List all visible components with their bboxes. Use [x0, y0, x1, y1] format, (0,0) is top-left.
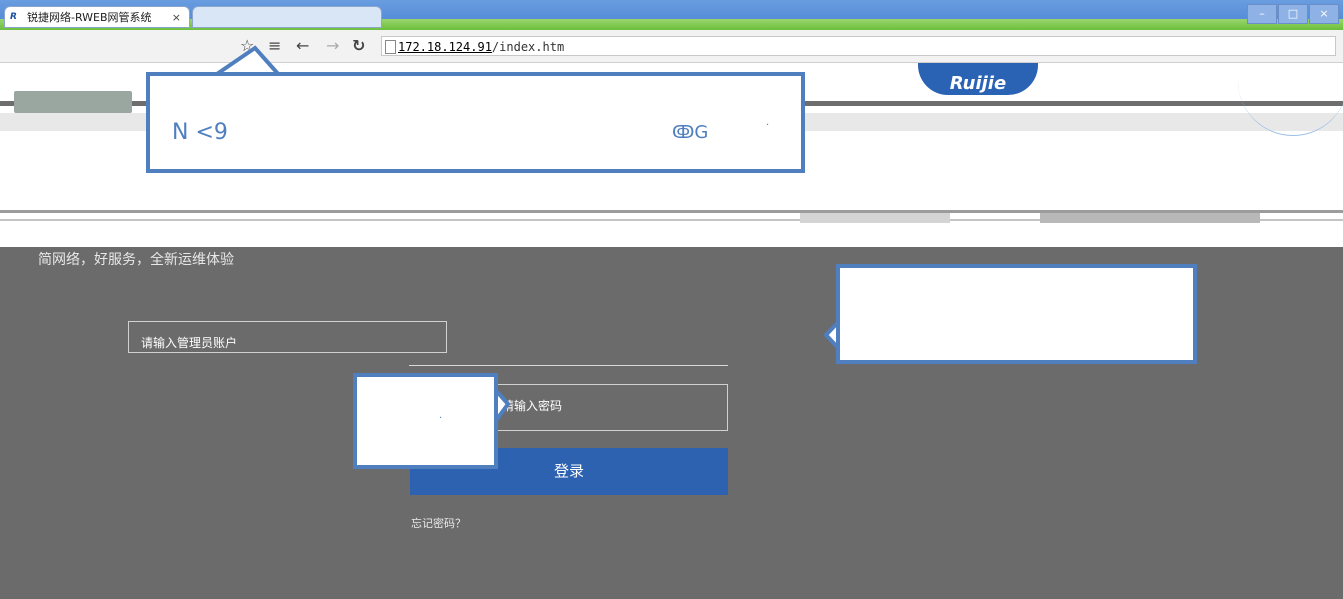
annotation-callout-3: ·	[353, 373, 498, 469]
url-path: /index.htm	[491, 40, 565, 54]
tab-close-icon[interactable]: ×	[172, 7, 181, 29]
star-icon[interactable]: ☆	[240, 36, 254, 56]
menu-icon[interactable]: ≡	[268, 36, 281, 56]
page-icon	[385, 40, 396, 54]
tab-inactive[interactable]	[192, 6, 382, 28]
tab-title: 锐捷网络-RWEB网管系统	[27, 11, 152, 24]
close-window-icon[interactable]: ×	[1309, 4, 1339, 24]
minimize-icon[interactable]: –	[1247, 4, 1277, 24]
address-bar[interactable]: 172.18.124.91/index.htm	[381, 36, 1336, 56]
callout-1-dot: ·	[766, 120, 770, 131]
blurred-text	[800, 213, 950, 223]
forgot-password-link[interactable]: 忘记密码？	[411, 515, 466, 531]
annotation-callout-2	[836, 264, 1197, 364]
blurred-text	[1040, 213, 1260, 223]
maximize-icon[interactable]: □	[1278, 4, 1308, 24]
callout-1-text: N <9	[172, 120, 228, 145]
ruijie-logo: Ruijie	[918, 63, 1038, 95]
callout-3-dot: ·	[439, 413, 443, 424]
back-icon[interactable]: ←	[296, 36, 309, 56]
browser-tab-bar: R 锐捷网络-RWEB网管系统 × – □ ×	[0, 0, 1343, 30]
logo-left	[14, 91, 132, 113]
browser-toolbar: ☆ ≡ ← → ↻ 172.18.124.91/index.htm	[0, 30, 1343, 63]
forward-icon[interactable]: →	[326, 36, 339, 56]
ruijie-favicon-icon: R	[10, 12, 17, 22]
account-input[interactable]: 请输入管理员账户	[128, 321, 447, 353]
reload-icon[interactable]: ↻	[352, 36, 365, 56]
slogan: 简网络，好服务，全新运维体验	[38, 252, 234, 268]
window-controls: – □ ×	[1247, 4, 1339, 24]
url-host: 172.18.124.91	[398, 40, 492, 54]
account-underline	[409, 365, 728, 366]
callout-1-glyph: ↂG	[672, 122, 709, 143]
tab-active[interactable]: R 锐捷网络-RWEB网管系统 ×	[4, 6, 190, 28]
annotation-callout-1: N <9 ↂG ·	[146, 72, 805, 173]
